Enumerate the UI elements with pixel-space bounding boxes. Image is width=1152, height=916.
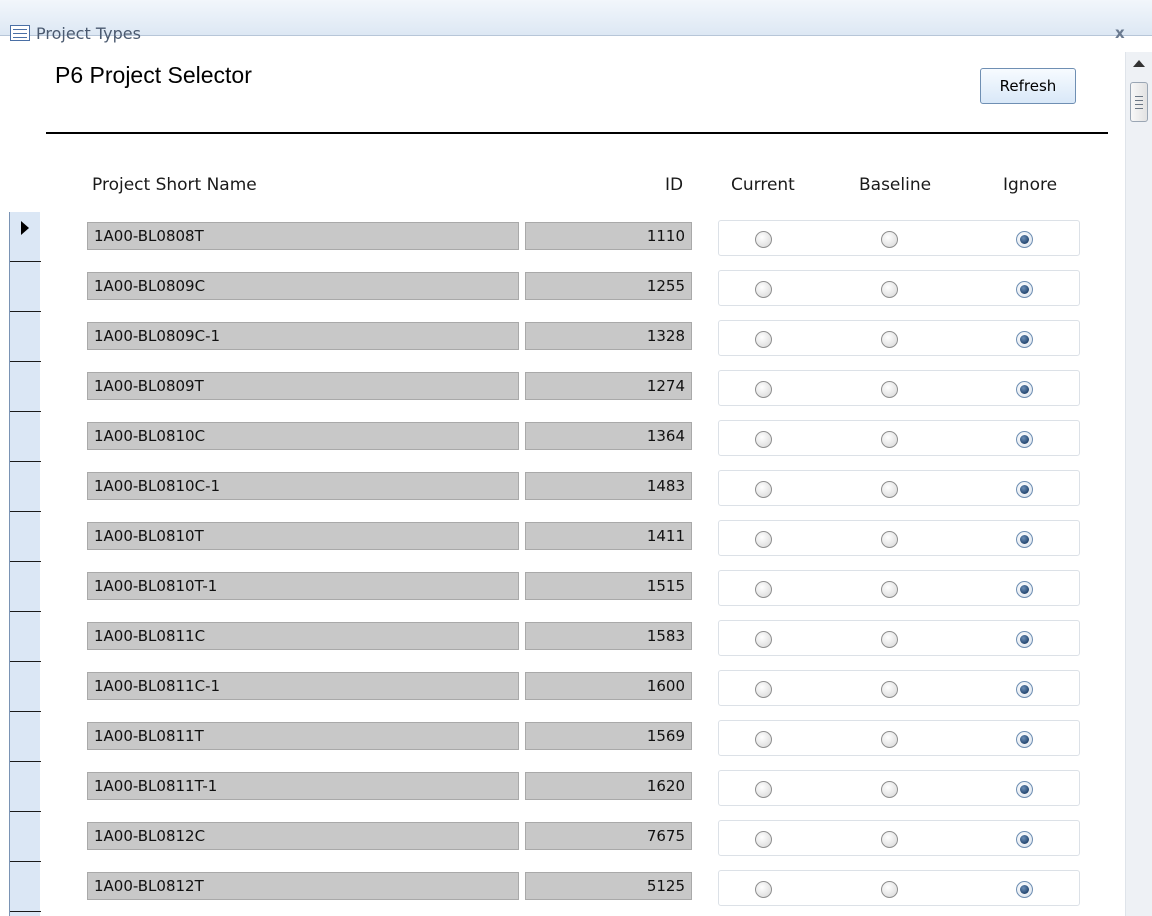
current-radio[interactable]	[755, 781, 772, 798]
ignore-radio[interactable]	[1016, 631, 1033, 648]
baseline-radio[interactable]	[881, 531, 898, 548]
ignore-radio[interactable]	[1016, 481, 1033, 498]
header-divider	[46, 132, 1108, 134]
refresh-button[interactable]: Refresh	[980, 68, 1076, 104]
current-radio[interactable]	[755, 531, 772, 548]
project-id-field[interactable]: 1110	[525, 222, 692, 250]
project-id-field[interactable]: 1620	[525, 772, 692, 800]
table-row: 1A00-BL0812C 7675	[0, 812, 1125, 862]
project-id-field[interactable]: 1255	[525, 272, 692, 300]
project-short-name-field[interactable]: 1A00-BL0809C-1	[87, 322, 519, 350]
table-row: 1A00-BL0811T 1569	[0, 712, 1125, 762]
current-radio[interactable]	[755, 831, 772, 848]
window-title: Project Types	[36, 24, 141, 43]
project-id-field[interactable]: 5125	[525, 872, 692, 900]
form-title: P6 Project Selector	[55, 62, 252, 88]
project-short-name-field[interactable]: 1A00-BL0808T	[87, 222, 519, 250]
table-row: 1A00-BL0808T 1110	[0, 212, 1125, 262]
table-row: 1A00-BL0810T 1411	[0, 512, 1125, 562]
current-radio[interactable]	[755, 631, 772, 648]
project-short-name-field[interactable]: 1A00-BL0810C-1	[87, 472, 519, 500]
project-id-field[interactable]: 1364	[525, 422, 692, 450]
baseline-radio[interactable]	[881, 381, 898, 398]
table-row: 1A00-BL0810T-1 1515	[0, 562, 1125, 612]
project-short-name-field[interactable]: 1A00-BL0811C-1	[87, 672, 519, 700]
table-row: 1A00-BL0811C 1583	[0, 612, 1125, 662]
baseline-radio[interactable]	[881, 681, 898, 698]
ignore-radio[interactable]	[1016, 781, 1033, 798]
project-short-name-field[interactable]: 1A00-BL0809T	[87, 372, 519, 400]
baseline-radio[interactable]	[881, 331, 898, 348]
ignore-radio[interactable]	[1016, 281, 1033, 298]
table-row: 1A00-BL0809C 1255	[0, 262, 1125, 312]
form-icon	[10, 25, 30, 41]
table-row: 1A00-BL0810C-1 1483	[0, 462, 1125, 512]
table-row: 1A00-BL0811C-1 1600	[0, 662, 1125, 712]
table-row: 1A00-BL0809C-1 1328	[0, 312, 1125, 362]
baseline-radio[interactable]	[881, 731, 898, 748]
project-short-name-field[interactable]: 1A00-BL0811T	[87, 722, 519, 750]
ignore-radio[interactable]	[1016, 381, 1033, 398]
scrollbar-thumb[interactable]	[1130, 82, 1148, 122]
ignore-radio[interactable]	[1016, 581, 1033, 598]
baseline-radio[interactable]	[881, 581, 898, 598]
baseline-radio[interactable]	[881, 781, 898, 798]
ignore-radio[interactable]	[1016, 731, 1033, 748]
ignore-radio[interactable]	[1016, 431, 1033, 448]
current-radio[interactable]	[755, 281, 772, 298]
project-short-name-field[interactable]: 1A00-BL0811T-1	[87, 772, 519, 800]
window-titlebar	[0, 0, 1152, 36]
project-id-field[interactable]: 1328	[525, 322, 692, 350]
baseline-radio[interactable]	[881, 231, 898, 248]
ignore-radio[interactable]	[1016, 331, 1033, 348]
project-id-field[interactable]: 1411	[525, 522, 692, 550]
baseline-radio[interactable]	[881, 481, 898, 498]
column-header-baseline: Baseline	[859, 175, 932, 195]
project-id-field[interactable]: 1274	[525, 372, 692, 400]
current-radio[interactable]	[755, 381, 772, 398]
close-icon[interactable]: x	[1115, 24, 1125, 42]
ignore-radio[interactable]	[1016, 881, 1033, 898]
scroll-up-arrow-icon[interactable]	[1133, 60, 1145, 67]
current-radio[interactable]	[755, 331, 772, 348]
current-radio[interactable]	[755, 231, 772, 248]
project-short-name-field[interactable]: 1A00-BL0810T-1	[87, 572, 519, 600]
vertical-scrollbar[interactable]	[1125, 52, 1152, 916]
table-row: 1A00-BL0810C 1364	[0, 412, 1125, 462]
project-short-name-field[interactable]: 1A00-BL0811C	[87, 622, 519, 650]
current-radio[interactable]	[755, 481, 772, 498]
project-id-field[interactable]: 1600	[525, 672, 692, 700]
ignore-radio[interactable]	[1016, 531, 1033, 548]
table-row: 1A00-BL0811T-1 1620	[0, 762, 1125, 812]
project-id-field[interactable]: 1583	[525, 622, 692, 650]
ignore-radio[interactable]	[1016, 231, 1033, 248]
current-radio[interactable]	[755, 681, 772, 698]
baseline-radio[interactable]	[881, 831, 898, 848]
baseline-radio[interactable]	[881, 431, 898, 448]
column-header-ignore: Ignore	[1003, 175, 1058, 195]
current-radio[interactable]	[755, 431, 772, 448]
project-short-name-field[interactable]: 1A00-BL0810T	[87, 522, 519, 550]
project-id-field[interactable]: 1515	[525, 572, 692, 600]
project-short-name-field[interactable]: 1A00-BL0810C	[87, 422, 519, 450]
table-row: 1A00-BL0812T 5125	[0, 862, 1125, 912]
baseline-radio[interactable]	[881, 631, 898, 648]
ignore-radio[interactable]	[1016, 831, 1033, 848]
project-id-field[interactable]: 7675	[525, 822, 692, 850]
column-header-project-short-name: Project Short Name	[92, 175, 257, 195]
baseline-radio[interactable]	[881, 281, 898, 298]
project-short-name-field[interactable]: 1A00-BL0809C	[87, 272, 519, 300]
table-row: 1A00-BL0809T 1274	[0, 362, 1125, 412]
ignore-radio[interactable]	[1016, 681, 1033, 698]
project-id-field[interactable]: 1569	[525, 722, 692, 750]
current-radio[interactable]	[755, 881, 772, 898]
column-header-current: Current	[731, 175, 795, 195]
current-radio[interactable]	[755, 581, 772, 598]
project-short-name-field[interactable]: 1A00-BL0812T	[87, 872, 519, 900]
project-short-name-field[interactable]: 1A00-BL0812C	[87, 822, 519, 850]
current-radio[interactable]	[755, 731, 772, 748]
column-header-id: ID	[665, 175, 684, 195]
baseline-radio[interactable]	[881, 881, 898, 898]
project-id-field[interactable]: 1483	[525, 472, 692, 500]
